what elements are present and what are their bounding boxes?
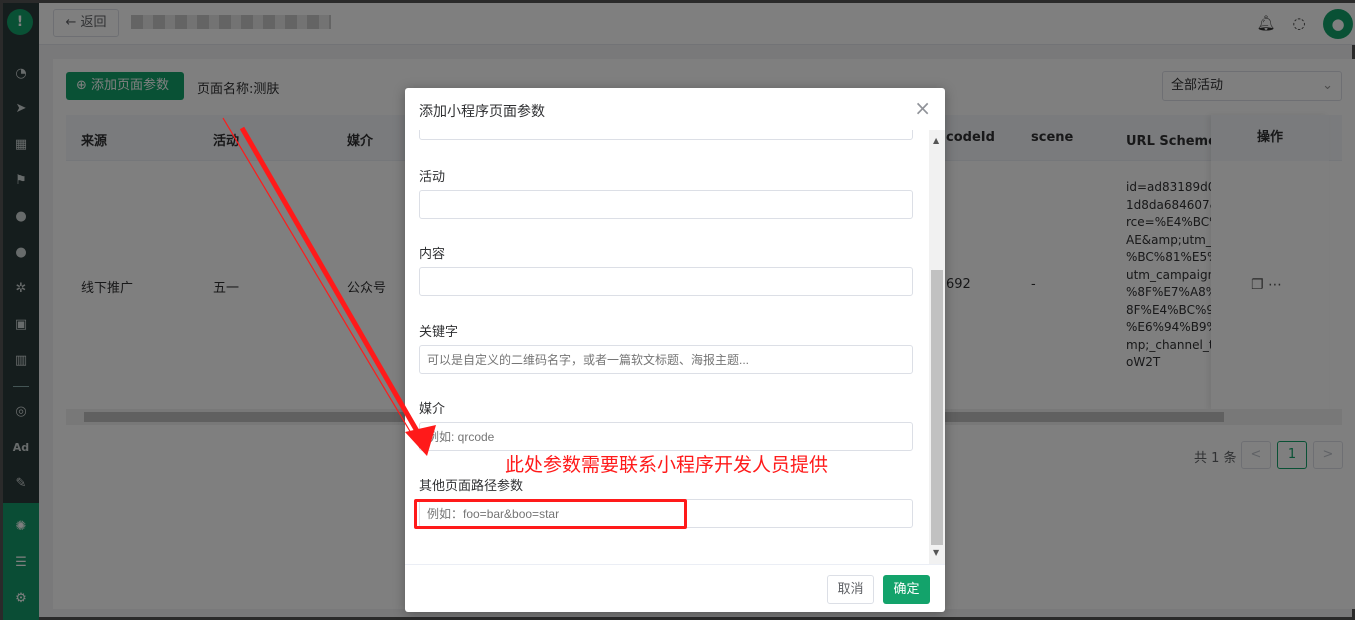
annotation-text: 此处参数需要联系小程序开发人员提供 xyxy=(505,454,829,476)
annotation-arrow-shaft xyxy=(239,126,424,440)
annotation-arrow-thin-line xyxy=(222,117,421,449)
annotation-highlight-box xyxy=(414,499,687,529)
